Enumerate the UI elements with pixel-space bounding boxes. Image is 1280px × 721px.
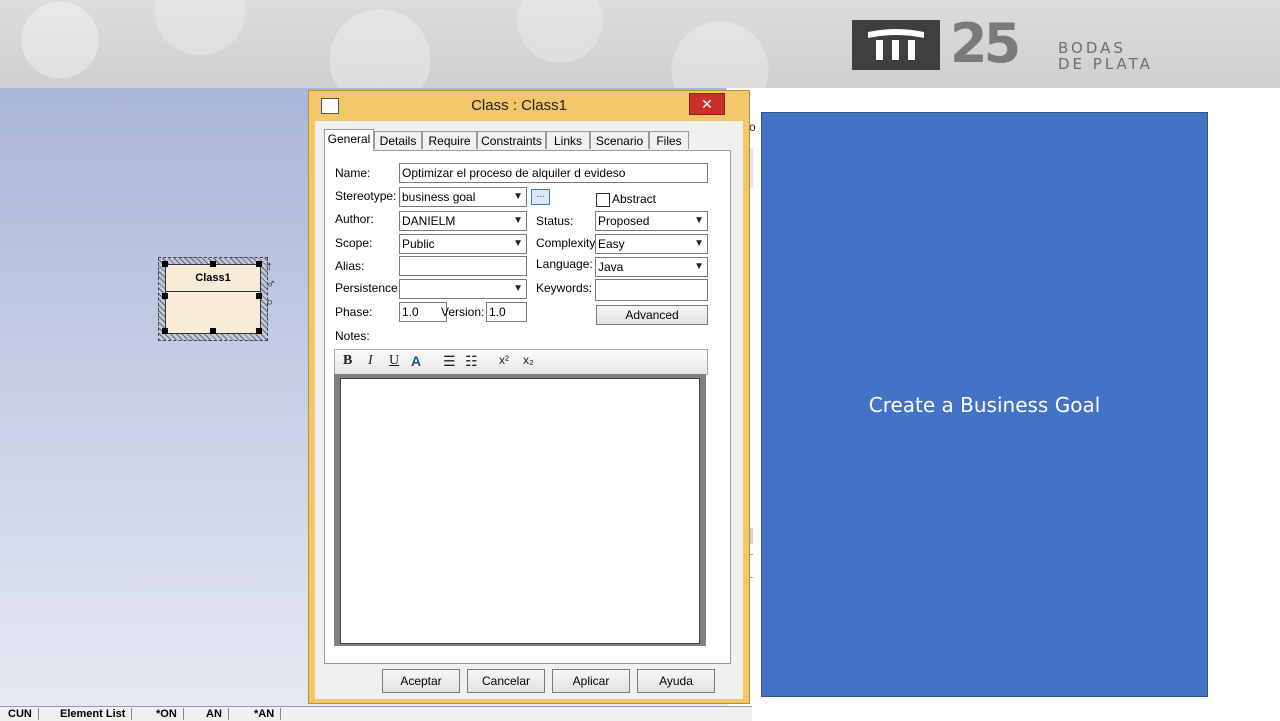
- status-label: Status:: [536, 214, 574, 228]
- phase-label: Phase:: [335, 305, 373, 319]
- notes-toolbar: B I U A ☰ ☷ x² x₂: [334, 349, 708, 375]
- author-value: DANIELM: [402, 214, 456, 228]
- business-goal-box: Create a Business Goal: [761, 112, 1208, 697]
- chevron-down-icon: ▼: [694, 238, 704, 249]
- status-select[interactable]: Proposed ▼: [595, 211, 708, 231]
- author-select[interactable]: DANIELM ▼: [399, 211, 527, 231]
- phase-field[interactable]: 1.0: [399, 302, 447, 322]
- name-field[interactable]: Optimizar el proceso de alquiler d evide…: [399, 163, 708, 183]
- magnifier-icon[interactable]: ⌕: [266, 293, 284, 311]
- notes-editor-frame: [334, 374, 706, 646]
- chevron-down-icon: ▼: [513, 191, 523, 202]
- logo-line-1: BODAS: [1058, 39, 1126, 57]
- header-banner: 25 BODAS DE PLATA: [0, 0, 1280, 88]
- link-icon[interactable]: ♂: [266, 275, 284, 293]
- close-button[interactable]: ✕: [689, 93, 725, 115]
- dialog-client: General Details Require Constraints Link…: [315, 121, 743, 699]
- tab-constraints[interactable]: Constraints: [477, 131, 546, 149]
- logo-text: BODAS DE PLATA: [1058, 40, 1153, 72]
- uml-class-name: Class1: [166, 265, 260, 292]
- resize-handle[interactable]: [256, 293, 262, 299]
- language-value: Java: [598, 260, 624, 274]
- italic-button[interactable]: I: [368, 353, 373, 369]
- arrow-up-icon[interactable]: ↑: [266, 257, 284, 275]
- resize-handle[interactable]: [256, 328, 262, 334]
- scope-select[interactable]: Public ▼: [399, 234, 527, 254]
- element-quick-icons: ↑ ♂ ⌕: [266, 257, 284, 311]
- subscript-button[interactable]: x₂: [523, 353, 534, 367]
- notes-editor[interactable]: [340, 378, 700, 644]
- underline-button[interactable]: U: [389, 353, 399, 369]
- bullet-list-button[interactable]: ☰: [443, 353, 456, 370]
- persistence-label: Persistence:: [335, 281, 402, 295]
- diagram-tab[interactable]: *ON: [150, 708, 184, 720]
- diagram-tabs: CUN Element List *ON AN *AN: [0, 706, 752, 721]
- notes-label: Notes:: [335, 329, 370, 343]
- complexity-label: Complexity:: [536, 236, 599, 250]
- tab-require[interactable]: Require: [422, 131, 477, 149]
- resize-handle[interactable]: [210, 328, 216, 334]
- stereotype-select[interactable]: business goal ▼: [399, 187, 527, 207]
- class-properties-dialog: Class : Class1 ✕ General Details Require…: [308, 90, 750, 704]
- complexity-value: Easy: [598, 237, 625, 251]
- apply-button[interactable]: Aplicar: [552, 669, 630, 693]
- complexity-select[interactable]: Easy ▼: [595, 234, 708, 254]
- diagram-tab[interactable]: AN: [200, 708, 229, 720]
- resize-handle[interactable]: [256, 261, 262, 267]
- business-goal-text: Create a Business Goal: [868, 393, 1101, 417]
- resize-handle[interactable]: [210, 261, 216, 267]
- language-label: Language:: [536, 257, 593, 271]
- tab-general[interactable]: General: [324, 129, 374, 151]
- diagram-tab[interactable]: CUN: [2, 708, 39, 720]
- diagram-tab[interactable]: Element List: [54, 708, 133, 720]
- uml-class[interactable]: Class1: [165, 264, 261, 334]
- scope-value: Public: [402, 237, 435, 251]
- chevron-down-icon: ▼: [694, 261, 704, 272]
- advanced-button[interactable]: Advanced: [596, 305, 708, 325]
- tab-files[interactable]: Files: [649, 131, 689, 149]
- diagram-tab[interactable]: *AN: [248, 708, 282, 720]
- resize-handle[interactable]: [162, 261, 168, 267]
- bold-button[interactable]: B: [343, 353, 352, 369]
- stereotype-label: Stereotype:: [335, 189, 397, 203]
- superscript-button[interactable]: x²: [499, 353, 509, 367]
- font-color-button[interactable]: A: [411, 353, 421, 369]
- dialog-title: Class : Class1: [471, 97, 567, 114]
- stereotype-value: business goal: [402, 190, 476, 204]
- numbered-list-button[interactable]: ☷: [465, 353, 478, 370]
- scope-label: Scope:: [335, 236, 373, 250]
- version-field[interactable]: 1.0: [486, 302, 527, 322]
- logo-emblem: [852, 20, 940, 70]
- version-label: Version:: [441, 305, 485, 319]
- author-label: Author:: [335, 212, 374, 226]
- resize-handle[interactable]: [162, 328, 168, 334]
- ok-button[interactable]: Aceptar: [382, 669, 460, 693]
- name-label: Name:: [335, 166, 371, 180]
- uml-class-selection[interactable]: Class1: [158, 257, 268, 341]
- logo-number: 25: [950, 12, 1021, 75]
- cancel-button[interactable]: Cancelar: [467, 669, 545, 693]
- status-value: Proposed: [598, 214, 650, 228]
- help-button[interactable]: Ayuda: [637, 669, 715, 693]
- language-select[interactable]: Java ▼: [595, 257, 708, 277]
- alias-field[interactable]: [399, 256, 527, 276]
- tab-details[interactable]: Details: [374, 131, 422, 149]
- alias-label: Alias:: [335, 259, 365, 273]
- persistence-select[interactable]: ▼: [399, 279, 527, 299]
- chevron-down-icon: ▼: [513, 238, 523, 249]
- abstract-label: Abstract: [612, 192, 657, 206]
- stereotype-more-button[interactable]: ...: [531, 189, 550, 205]
- chevron-down-icon: ▼: [694, 215, 704, 226]
- keywords-field[interactable]: [595, 279, 708, 301]
- tab-scenario[interactable]: Scenario: [590, 131, 649, 149]
- abstract-checkbox[interactable]: [596, 193, 610, 207]
- tab-links[interactable]: Links: [546, 131, 590, 149]
- logo-line-2: DE PLATA: [1058, 55, 1153, 73]
- book-icon: [868, 29, 924, 60]
- resize-handle[interactable]: [162, 293, 168, 299]
- keywords-label: Keywords:: [536, 281, 593, 295]
- chevron-down-icon: ▼: [513, 215, 523, 226]
- chevron-down-icon: ▼: [513, 283, 523, 294]
